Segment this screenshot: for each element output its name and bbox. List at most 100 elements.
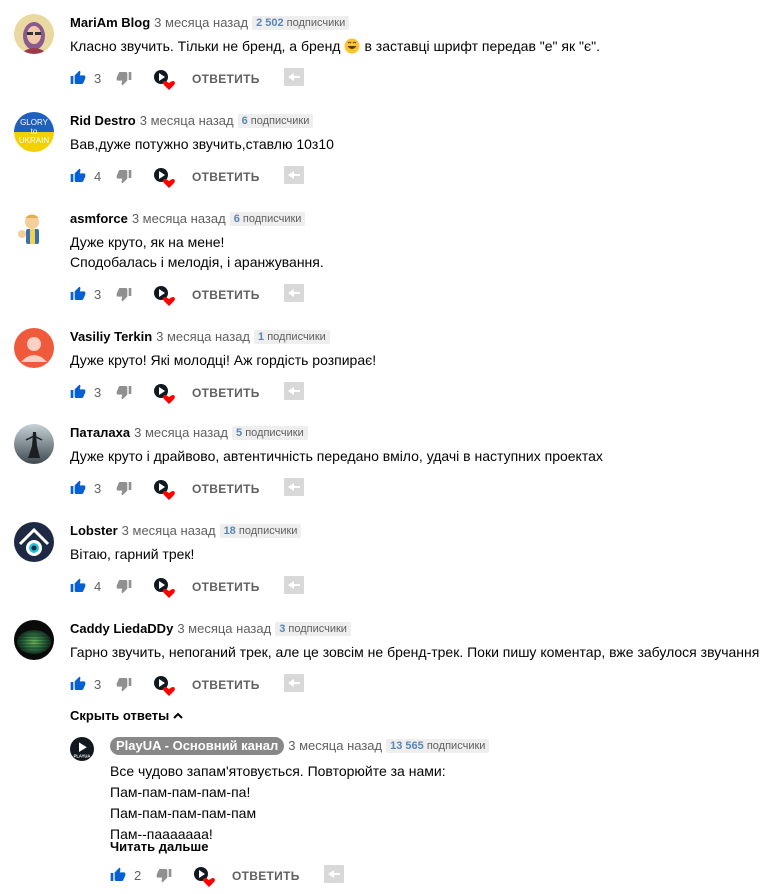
creator-heart-icon [152, 674, 176, 703]
like-icon[interactable] [70, 286, 86, 307]
like-icon[interactable] [70, 168, 86, 189]
comment-time[interactable]: 3 месяца назад [177, 621, 271, 636]
reply-button[interactable]: ОТВЕТИТЬ [192, 676, 260, 694]
hide-replies-label: Скрыть ответы [70, 708, 170, 723]
like-count: 3 [94, 287, 102, 302]
subscriber-label: подписчики [264, 331, 326, 343]
dislike-icon[interactable] [116, 286, 132, 307]
subscriber-count: 18 [223, 525, 236, 537]
like-count: 4 [94, 169, 102, 184]
eye-triangle-avatar[interactable] [14, 522, 54, 562]
comment-actions: 2 ОТВЕТИТЬ [110, 865, 770, 887]
reply-button[interactable]: ОТВЕТИТЬ [192, 168, 260, 186]
subscriber-label: подписчики [235, 525, 298, 537]
comment-time[interactable]: 3 месяца назад [140, 113, 234, 128]
comment-text-line: Пам-пам-пам-пам-па! [110, 784, 251, 800]
creator-heart-icon [192, 865, 216, 894]
reply-arrow-icon[interactable] [284, 166, 304, 189]
default-user-avatar[interactable] [14, 328, 54, 368]
like-count: 3 [94, 677, 102, 692]
svg-text:to: to [31, 127, 38, 136]
comment-time[interactable]: 3 месяца назад [288, 738, 382, 753]
figure-silhouette-avatar[interactable] [14, 424, 54, 464]
dislike-icon[interactable] [116, 480, 132, 501]
comment-text: Дуже круто! Які молодці! Аж гордість роз… [70, 350, 376, 370]
dislike-icon[interactable] [156, 867, 172, 888]
comment-text: Вав,дуже потужно звучить,ставлю 10з10 [70, 134, 334, 154]
reply-button[interactable]: ОТВЕТИТЬ [192, 70, 260, 88]
comment-header: Rid Destro 3 месяца назад 6 подписчики [70, 112, 314, 130]
reply-button[interactable]: ОТВЕТИТЬ [192, 384, 260, 402]
comment-text: Дуже круто і драйвово, автентичність пер… [70, 446, 603, 466]
subscriber-label: подписчики [247, 115, 310, 127]
comment-text-line: Дуже круто і драйвово, автентичність пер… [70, 448, 603, 464]
subscriber-badge: 13 565 подписчики [386, 739, 490, 753]
like-icon[interactable] [70, 480, 86, 501]
reply-button[interactable]: ОТВЕТИТЬ [192, 578, 260, 596]
subscriber-badge: 2 502 подписчики [252, 16, 350, 30]
reply-arrow-icon[interactable] [284, 382, 304, 405]
author-name[interactable]: Vasiliy Terkin [70, 329, 152, 344]
comment-text-line: Все чудово запам'ятовується. Повторюйте … [110, 763, 446, 779]
hide-replies-toggle[interactable]: Скрыть ответы [70, 707, 184, 725]
reply-button[interactable]: ОТВЕТИТЬ [192, 480, 260, 498]
comment-actions: 3 ОТВЕТИТЬ [70, 284, 770, 306]
subscriber-badge: 1 подписчики [254, 330, 330, 344]
subscriber-label: подписчики [239, 213, 302, 225]
comment-header: Паталаха 3 месяца назад 5 подписчики [70, 424, 308, 442]
dislike-icon[interactable] [116, 578, 132, 599]
read-more-link[interactable]: Читать дальше [110, 838, 209, 856]
dislike-icon[interactable] [116, 676, 132, 697]
like-icon[interactable] [70, 676, 86, 697]
dislike-icon[interactable] [116, 384, 132, 405]
author-name[interactable]: MariAm Blog [70, 15, 150, 30]
comment-time[interactable]: 3 месяца назад [132, 211, 226, 226]
like-icon[interactable] [70, 578, 86, 599]
subscriber-badge: 6 подписчики [229, 212, 306, 226]
author-name[interactable]: Caddy LiedaDDy [70, 621, 173, 636]
channel-owner-chip[interactable]: PlayUA - Основний канал [110, 737, 285, 755]
creator-heart-icon [152, 68, 176, 97]
comment-text-line: Сподобалась і мелодія, і аранжування. [70, 254, 324, 270]
dislike-icon[interactable] [116, 70, 132, 91]
subscriber-badge: 18 подписчики [219, 524, 302, 538]
comment-header: Vasiliy Terkin 3 месяца назад 1 подписчики [70, 328, 330, 346]
comment-time[interactable]: 3 месяца назад [134, 425, 228, 440]
like-count: 2 [134, 868, 142, 883]
reply-button[interactable]: ОТВЕТИТЬ [232, 867, 300, 885]
like-count: 3 [94, 385, 102, 400]
like-icon[interactable] [110, 867, 126, 888]
subscriber-label: подписчики [285, 623, 347, 635]
dislike-icon[interactable] [116, 168, 132, 189]
comment-time[interactable]: 3 месяца назад [154, 15, 248, 30]
dark-sphere-avatar[interactable] [14, 620, 54, 660]
comment-text: Гарно звучить, непоганий трек, але це зо… [70, 642, 759, 662]
like-icon[interactable] [70, 384, 86, 405]
woman-portrait-avatar[interactable] [14, 14, 54, 54]
reply-arrow-icon[interactable] [284, 68, 304, 91]
author-name[interactable]: Lobster [70, 523, 118, 538]
like-icon[interactable] [70, 70, 86, 91]
reply-button[interactable]: ОТВЕТИТЬ [192, 286, 260, 304]
cartoon-thumbs-up-avatar[interactable] [14, 210, 54, 250]
author-name[interactable]: Паталаха [70, 425, 130, 440]
playua-logo-avatar[interactable]: PLAYUA [70, 737, 94, 761]
reply-arrow-icon[interactable] [284, 576, 304, 599]
reply-arrow-icon[interactable] [324, 865, 344, 888]
comment-header: Caddy LiedaDDy 3 месяца назад 3 подписчики [70, 620, 351, 638]
author-name[interactable]: asmforce [70, 211, 128, 226]
reply-arrow-icon[interactable] [284, 674, 304, 697]
glory-to-ukraine-avatar[interactable]: GLORY to UKRAIN [14, 112, 54, 152]
subscriber-label: подписчики [283, 17, 346, 29]
author-name[interactable]: Rid Destro [70, 113, 136, 128]
comment-time[interactable]: 3 месяца назад [156, 329, 250, 344]
comment-text-line: Дуже круто! Які молодці! Аж гордість роз… [70, 352, 377, 368]
reply-arrow-icon[interactable] [284, 284, 304, 307]
comment-actions: 3 ОТВЕТИТЬ [70, 478, 770, 500]
subscriber-badge: 6 подписчики [237, 114, 314, 128]
comment-header: Lobster 3 месяца назад 18 подписчики [70, 522, 302, 540]
reply-arrow-icon[interactable] [284, 478, 304, 501]
comment-time[interactable]: 3 месяца назад [122, 523, 216, 538]
comment-text: Сподобалась і мелодія, і аранжування. [70, 252, 324, 272]
creator-heart-icon [152, 166, 176, 195]
